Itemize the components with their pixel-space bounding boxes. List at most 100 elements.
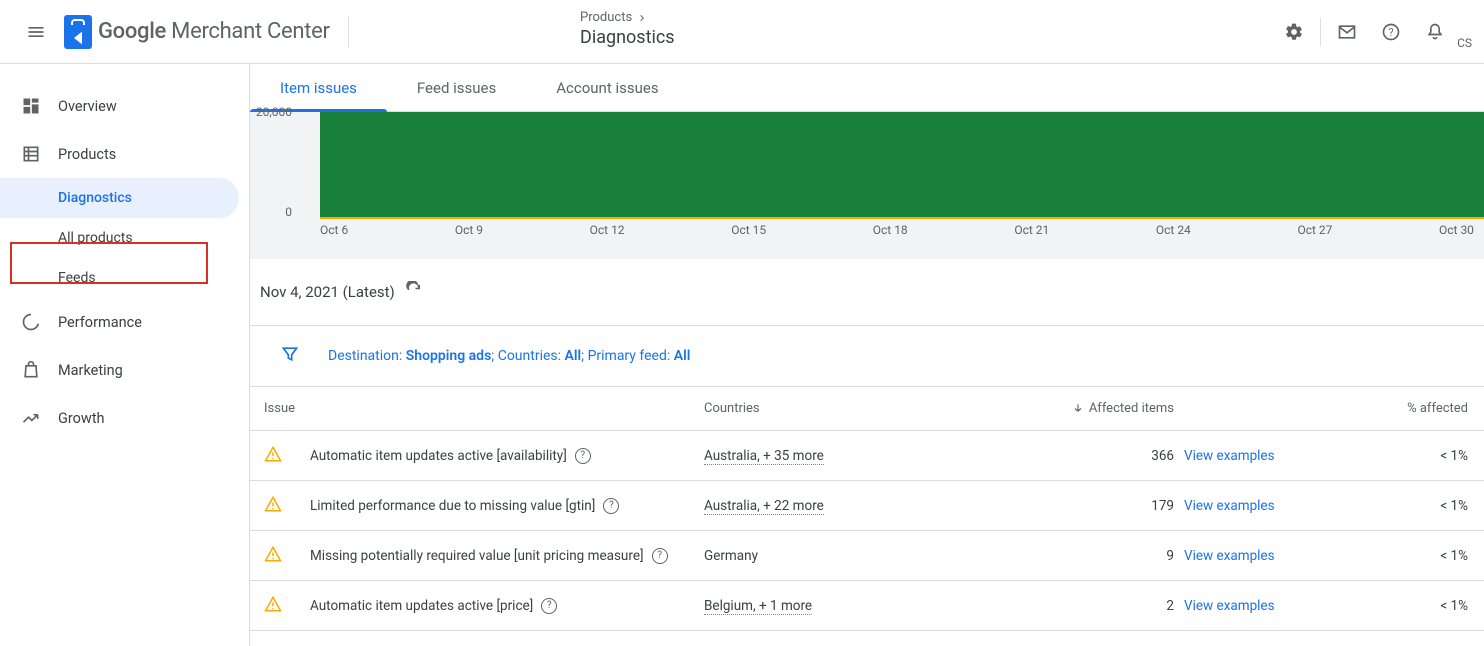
refresh-button[interactable] bbox=[405, 281, 423, 303]
x-tick-label: Oct 6 bbox=[320, 223, 348, 237]
main-content: Item issues Feed issues Account issues 2… bbox=[250, 64, 1484, 646]
issue-countries: Germany bbox=[704, 548, 984, 564]
y-tick-label: 0 bbox=[285, 205, 292, 219]
date-selector-row: Nov 4, 2021 (Latest) bbox=[250, 259, 1484, 326]
help-button[interactable]: ? bbox=[1369, 10, 1413, 54]
sidebar-item-growth[interactable]: Growth bbox=[0, 394, 249, 442]
table-row: Automatic item updates active [availabil… bbox=[250, 431, 1484, 481]
help-icon[interactable]: ? bbox=[575, 448, 591, 464]
affected-count: 179 bbox=[984, 498, 1184, 514]
sidebar-item-products[interactable]: Products bbox=[0, 130, 249, 178]
issue-name: Missing potentially required value [unit… bbox=[310, 548, 704, 564]
sidebar-item-performance[interactable]: Performance bbox=[0, 298, 249, 346]
issue-countries[interactable]: Australia, + 35 more bbox=[704, 448, 984, 464]
sidebar-item-all-products[interactable]: All products bbox=[0, 218, 239, 258]
app-logo[interactable]: Google Merchant Center bbox=[64, 15, 330, 49]
sidebar-item-label: Growth bbox=[58, 410, 105, 427]
breadcrumb-parent[interactable]: Products bbox=[580, 10, 675, 25]
table-row: Missing potentially required value [unit… bbox=[250, 531, 1484, 581]
col-pct[interactable]: % affected bbox=[1354, 401, 1474, 416]
x-tick-label: Oct 30 bbox=[1439, 223, 1474, 237]
filter-summary[interactable]: Destination: Shopping ads; Countries: Al… bbox=[328, 348, 690, 364]
date-label[interactable]: Nov 4, 2021 (Latest) bbox=[260, 283, 395, 301]
filter-row: Destination: Shopping ads; Countries: Al… bbox=[250, 326, 1484, 387]
pct-affected: < 1% bbox=[1354, 598, 1474, 614]
hamburger-menu-button[interactable] bbox=[12, 8, 60, 56]
gear-icon bbox=[1284, 22, 1304, 42]
chart-area: 20,000 0 Oct 6 Oct 9 Oct 12 Oct 15 Oct 1… bbox=[250, 112, 1484, 259]
x-tick-label: Oct 12 bbox=[590, 223, 625, 237]
issue-countries[interactable]: Australia, + 22 more bbox=[704, 498, 984, 514]
affected-count: 9 bbox=[984, 548, 1184, 564]
table-header: Issue Countries Affected items % affecte… bbox=[250, 387, 1484, 431]
sidebar-item-label: Feeds bbox=[58, 270, 96, 286]
top-bar: Google Merchant Center Products Diagnost… bbox=[0, 0, 1484, 64]
filter-button[interactable] bbox=[280, 344, 300, 368]
col-countries[interactable]: Countries bbox=[704, 401, 984, 416]
sidebar-item-label: Marketing bbox=[58, 362, 123, 379]
table-row: Limited performance due to missing value… bbox=[250, 481, 1484, 531]
x-tick-label: Oct 18 bbox=[873, 223, 908, 237]
sidebar-item-label: Products bbox=[58, 146, 116, 163]
mail-icon bbox=[1337, 22, 1357, 42]
divider bbox=[348, 16, 349, 48]
issues-table: Issue Countries Affected items % affecte… bbox=[250, 387, 1484, 631]
mail-button[interactable] bbox=[1325, 10, 1369, 54]
x-tick-label: Oct 21 bbox=[1014, 223, 1049, 237]
help-icon[interactable]: ? bbox=[541, 598, 557, 614]
page-title: Diagnostics bbox=[580, 27, 675, 48]
x-tick-label: Oct 24 bbox=[1156, 223, 1191, 237]
view-examples-link[interactable]: View examples bbox=[1184, 448, 1354, 464]
affected-count: 366 bbox=[984, 448, 1184, 464]
bag-icon bbox=[20, 360, 42, 380]
dashboard-icon bbox=[20, 96, 42, 116]
sidebar-item-overview[interactable]: Overview bbox=[0, 82, 249, 130]
trending-up-icon bbox=[20, 408, 42, 428]
tab-feed-issues[interactable]: Feed issues bbox=[417, 64, 496, 111]
pct-affected: < 1% bbox=[1354, 548, 1474, 564]
issue-name: Automatic item updates active [price]? bbox=[310, 598, 704, 614]
warning-icon bbox=[264, 545, 310, 567]
sidebar-item-label: Overview bbox=[58, 98, 117, 115]
app-title: Google Merchant Center bbox=[98, 19, 330, 44]
bell-icon bbox=[1425, 22, 1445, 42]
pct-affected: < 1% bbox=[1354, 498, 1474, 514]
help-icon[interactable]: ? bbox=[603, 498, 619, 514]
help-icon: ? bbox=[1381, 22, 1401, 42]
view-examples-link[interactable]: View examples bbox=[1184, 598, 1354, 614]
sidebar-item-label: Performance bbox=[58, 314, 142, 331]
x-axis: Oct 6 Oct 9 Oct 12 Oct 15 Oct 18 Oct 21 … bbox=[320, 223, 1484, 237]
tab-account-issues[interactable]: Account issues bbox=[556, 64, 658, 111]
x-tick-label: Oct 9 bbox=[455, 223, 483, 237]
col-issue[interactable]: Issue bbox=[264, 401, 704, 416]
settings-button[interactable] bbox=[1272, 10, 1316, 54]
tabs: Item issues Feed issues Account issues bbox=[250, 64, 1484, 112]
sidebar-item-feeds[interactable]: Feeds bbox=[0, 258, 239, 298]
x-tick-label: Oct 27 bbox=[1297, 223, 1332, 237]
account-indicator: CS bbox=[1457, 36, 1472, 54]
chart-fill bbox=[320, 112, 1484, 219]
chevron-right-icon bbox=[636, 12, 648, 24]
warning-icon bbox=[264, 445, 310, 467]
tab-item-issues[interactable]: Item issues bbox=[280, 64, 357, 111]
filter-icon bbox=[280, 344, 300, 364]
sidebar-item-label: Diagnostics bbox=[58, 190, 132, 206]
affected-count: 2 bbox=[984, 598, 1184, 614]
col-affected[interactable]: Affected items bbox=[984, 401, 1184, 416]
issue-name: Automatic item updates active [availabil… bbox=[310, 448, 704, 464]
merchant-center-icon bbox=[64, 15, 92, 49]
issue-countries[interactable]: Belgium, + 1 more bbox=[704, 598, 984, 614]
list-icon bbox=[20, 144, 42, 164]
view-examples-link[interactable]: View examples bbox=[1184, 548, 1354, 564]
sidebar-item-diagnostics[interactable]: Diagnostics bbox=[0, 178, 239, 218]
pct-affected: < 1% bbox=[1354, 448, 1474, 464]
sidebar-item-marketing[interactable]: Marketing bbox=[0, 346, 249, 394]
table-row: Automatic item updates active [price]?Be… bbox=[250, 581, 1484, 631]
divider bbox=[1320, 18, 1321, 46]
help-icon[interactable]: ? bbox=[652, 548, 668, 564]
warning-icon bbox=[264, 595, 310, 617]
menu-icon bbox=[26, 22, 46, 42]
view-examples-link[interactable]: View examples bbox=[1184, 498, 1354, 514]
notifications-button[interactable] bbox=[1413, 10, 1457, 54]
performance-icon bbox=[20, 312, 42, 332]
